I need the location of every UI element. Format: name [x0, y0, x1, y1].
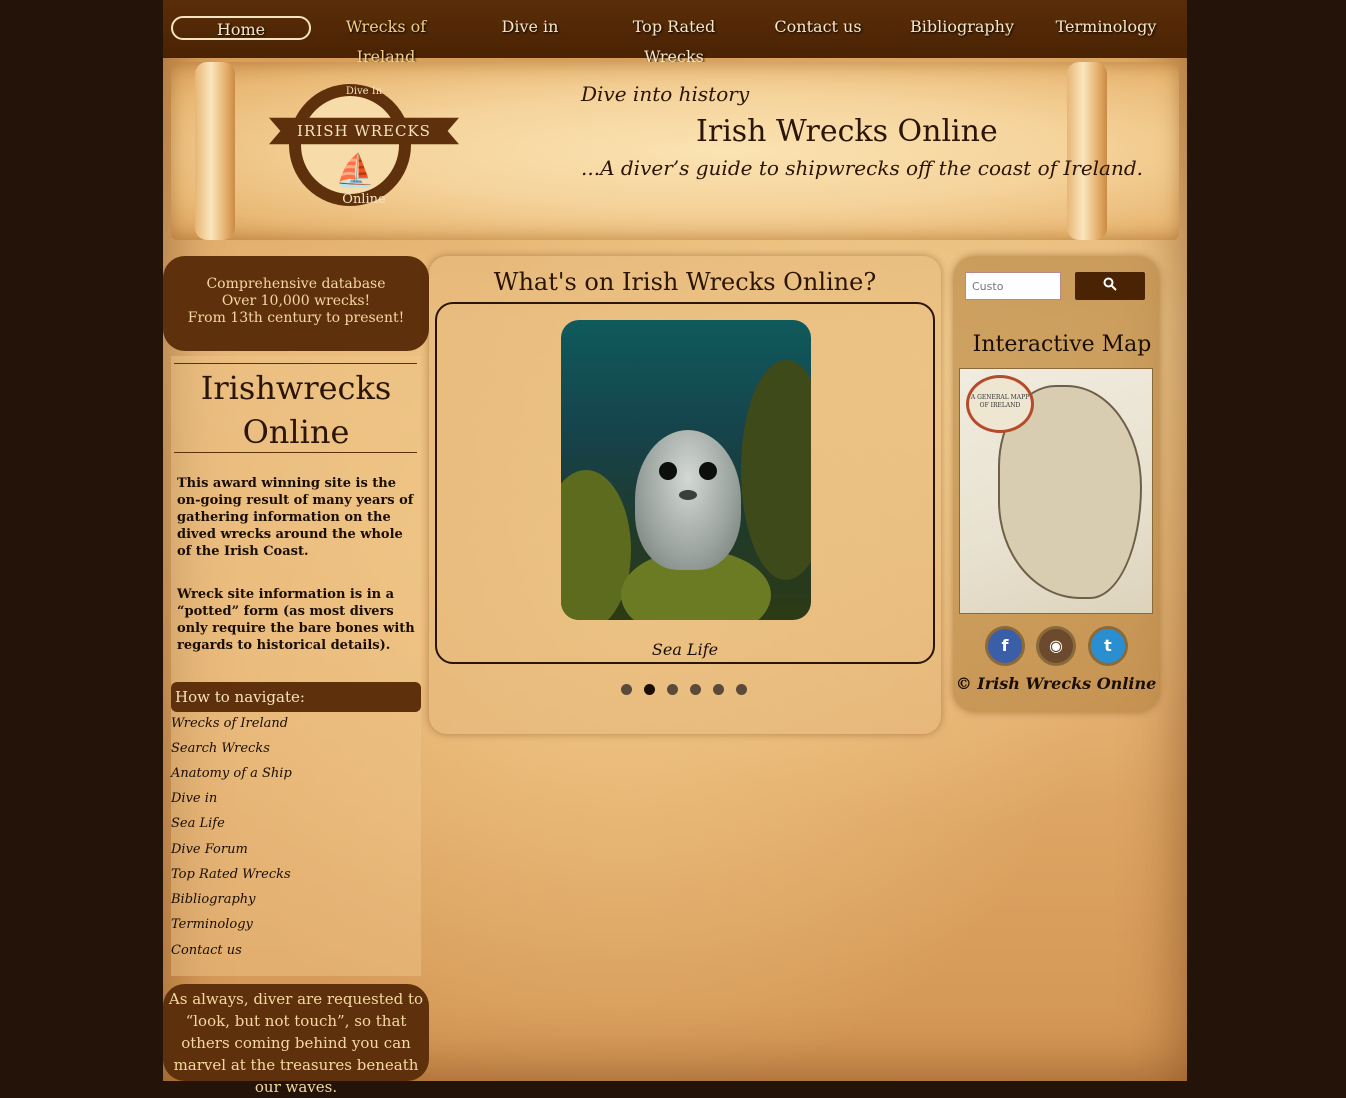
banner-tagline-top: Dive into history: [581, 82, 750, 106]
how-to-navigate-header: How to navigate:: [171, 682, 421, 712]
image-slider[interactable]: Sea Life: [435, 302, 935, 664]
nav-home[interactable]: Home: [171, 16, 311, 40]
logo-bottom-text: Online: [342, 192, 386, 207]
map-cartouche: A GENERAL MAPP OF IRELAND: [966, 375, 1034, 433]
site-title-line-1: Irishwrecks: [200, 369, 392, 407]
sidebar-link-terminology[interactable]: Terminology: [171, 917, 253, 932]
right-sidebar: Interactive Map A GENERAL MAPP OF IRELAN…: [953, 256, 1159, 712]
interactive-map-title: Interactive Map: [972, 332, 1152, 357]
intro-paragraph-1: This award winning site is the on-going …: [177, 476, 414, 559]
sidebar-link-top-rated-wrecks[interactable]: Top Rated Wrecks: [171, 867, 291, 882]
database-callout: Comprehensive database Over 10,000 wreck…: [163, 256, 429, 351]
nav-wrecks-of-ireland[interactable]: Wrecks of Ireland: [314, 12, 458, 66]
nav-bibliography[interactable]: Bibliography: [890, 12, 1034, 42]
slider-dot[interactable]: [667, 684, 678, 695]
twitter-icon[interactable]: t: [1088, 626, 1128, 666]
seal-eye: [699, 462, 717, 480]
sidebar-link-sea-life[interactable]: Sea Life: [171, 816, 225, 831]
divider: [174, 452, 417, 453]
intro-paragraph-2: Wreck site information is in a “potted” …: [177, 587, 415, 653]
sidebar-link-dive-forum[interactable]: Dive Forum: [171, 842, 248, 857]
database-line-1: Comprehensive database: [206, 276, 386, 292]
slider-dot[interactable]: [713, 684, 724, 695]
diver-note-callout: As always, diver are requested to “look,…: [163, 984, 429, 1096]
divider: [174, 363, 417, 364]
slider-dot[interactable]: [621, 684, 632, 695]
slider-dot[interactable]: [736, 684, 747, 695]
database-line-3: From 13th century to present!: [187, 310, 405, 326]
nav-dive-in[interactable]: Dive in: [458, 12, 602, 42]
sidebar-link-anatomy-of-a-ship[interactable]: Anatomy of a Ship: [171, 766, 292, 781]
slide-image-seal[interactable]: [561, 320, 811, 620]
facebook-icon[interactable]: f: [985, 626, 1025, 666]
instagram-icon[interactable]: ◉: [1036, 626, 1076, 666]
slider-dots: [621, 684, 751, 696]
sidebar-link-search-wrecks[interactable]: Search Wrecks: [171, 741, 270, 756]
scroll-roll-left: [195, 62, 235, 240]
top-navigation: Home Wrecks of Ireland Dive in Top Rated…: [163, 0, 1187, 66]
nav-terminology[interactable]: Terminology: [1034, 12, 1178, 42]
sidebar-link-contact-us[interactable]: Contact us: [171, 943, 242, 958]
sidebar-link-bibliography[interactable]: Bibliography: [171, 892, 256, 907]
slider-dot[interactable]: [644, 684, 655, 695]
copyright-text: © Irish Wrecks Online: [955, 674, 1157, 693]
seal-eye: [659, 462, 677, 480]
search-icon: [1103, 277, 1117, 291]
seal: [635, 430, 741, 570]
slider-dot[interactable]: [690, 684, 701, 695]
nav-top-rated-wrecks[interactable]: Top Rated Wrecks: [602, 12, 746, 66]
database-line-2: Over 10,000 wrecks!: [221, 293, 371, 309]
whats-on-panel: What's on Irish Wrecks Online? Sea Life: [429, 256, 941, 734]
sidebar-link-wrecks-of-ireland[interactable]: Wrecks of Ireland: [171, 716, 288, 731]
page: Home Wrecks of Ireland Dive in Top Rated…: [163, 0, 1187, 1096]
header-banner: Dive In IRISH WRECKS ⛵ Online Dive into …: [171, 62, 1179, 240]
nav-contact-us[interactable]: Contact us: [746, 12, 890, 42]
interactive-map-image[interactable]: A GENERAL MAPP OF IRELAND: [959, 368, 1153, 614]
site-title-line-2: Online: [242, 413, 350, 451]
logo-top-text: Dive In: [345, 86, 383, 97]
banner-title: Irish Wrecks Online: [696, 114, 998, 149]
left-column: Comprehensive database Over 10,000 wreck…: [163, 256, 429, 1096]
banner-tagline-bottom: ...A diver’s guide to shipwrecks off the…: [581, 156, 1144, 180]
sidebar-link-dive-in[interactable]: Dive in: [171, 791, 217, 806]
seaweed: [741, 360, 811, 580]
scroll-roll-right: [1067, 62, 1107, 240]
panel-title: What's on Irish Wrecks Online?: [493, 268, 877, 296]
search-button[interactable]: [1075, 272, 1145, 300]
search-input[interactable]: [965, 272, 1061, 300]
slide-caption: Sea Life: [651, 640, 719, 659]
ship-icon: ⛵: [335, 151, 375, 189]
map-cartouche-text: A GENERAL MAPP OF IRELAND: [970, 394, 1030, 409]
seal-nose: [679, 490, 697, 500]
intro-panel: Irishwrecks Online This award winning si…: [171, 356, 421, 976]
site-title: Irishwrecks Online: [171, 366, 421, 454]
site-logo[interactable]: Dive In IRISH WRECKS ⛵ Online: [269, 82, 465, 212]
